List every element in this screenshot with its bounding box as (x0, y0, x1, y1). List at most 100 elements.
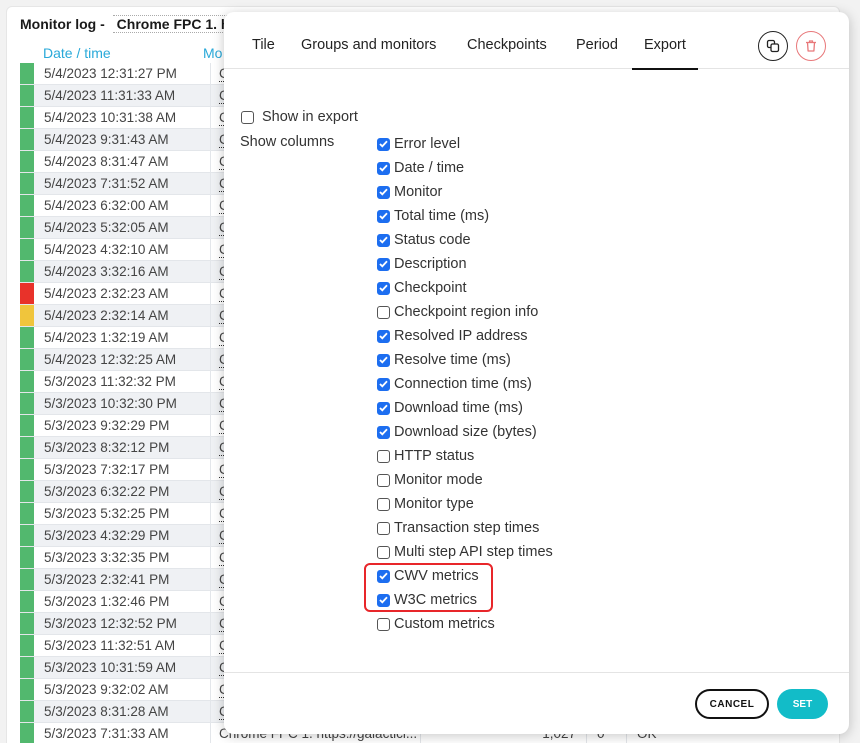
column-label: W3C metrics (394, 592, 477, 608)
set-button[interactable]: SET (777, 689, 828, 719)
column-checkbox[interactable] (377, 137, 390, 151)
error-level-indicator (20, 107, 34, 128)
show-columns-label: Show columns (240, 134, 335, 150)
column-option-checkpoint-region-info[interactable]: Checkpoint region info (377, 300, 553, 324)
column-label: Connection time (ms) (394, 376, 532, 392)
column-option-date-time[interactable]: Date / time (377, 156, 553, 180)
checkmark-icon (379, 596, 388, 604)
modal-footer: CANCEL SET (224, 672, 849, 734)
column-checkbox[interactable] (377, 497, 390, 511)
column-checkbox[interactable] (377, 377, 390, 391)
column-checkbox[interactable] (377, 593, 390, 607)
log-row-date: 5/3/2023 11:32:51 AM (44, 638, 176, 653)
log-row-date: 5/3/2023 3:32:35 PM (44, 550, 170, 565)
checkmark-icon (379, 404, 388, 412)
column-checkbox[interactable] (377, 353, 390, 367)
tab-checkpoints[interactable]: Checkpoints (467, 37, 547, 53)
column-option-monitor-mode[interactable]: Monitor mode (377, 468, 553, 492)
checkmark-icon (379, 212, 388, 220)
checkmark-icon (379, 164, 388, 172)
column-option-checkpoint[interactable]: Checkpoint (377, 276, 553, 300)
column-checkbox[interactable] (377, 401, 390, 415)
column-option-cwv-metrics[interactable]: CWV metrics (377, 564, 553, 588)
log-row-date: 5/3/2023 9:32:29 PM (44, 418, 170, 433)
error-level-indicator (20, 393, 34, 414)
trash-icon (806, 40, 816, 52)
column-checkbox[interactable] (377, 305, 390, 319)
column-label: Download size (bytes) (394, 424, 537, 440)
duplicate-button[interactable] (758, 31, 788, 61)
show-in-export-option[interactable]: Show in export (241, 105, 358, 129)
error-level-indicator (20, 459, 34, 480)
checkmark-icon (379, 428, 388, 436)
tab-tile[interactable]: Tile (252, 37, 275, 53)
column-option-custom-metrics[interactable]: Custom metrics (377, 612, 553, 636)
log-row-date: 5/3/2023 9:32:02 AM (44, 682, 169, 697)
tab-export[interactable]: Export (632, 37, 698, 70)
column-option-download-size-bytes[interactable]: Download size (bytes) (377, 420, 553, 444)
log-row-date: 5/3/2023 11:32:32 PM (44, 374, 176, 389)
column-label: Error level (394, 136, 461, 152)
log-row-date: 5/3/2023 2:32:41 PM (44, 572, 170, 587)
column-option-monitor[interactable]: Monitor (377, 180, 553, 204)
column-checkbox[interactable] (377, 569, 390, 583)
column-option-error-level[interactable]: Error level (377, 132, 553, 156)
column-checkbox[interactable] (377, 617, 390, 631)
log-row-date: 5/4/2023 11:31:33 AM (44, 88, 176, 103)
log-row-date: 5/4/2023 6:32:00 AM (44, 198, 169, 213)
column-checkbox[interactable] (377, 449, 390, 463)
column-checkbox[interactable] (377, 425, 390, 439)
tab-groups-and-monitors[interactable]: Groups and monitors (301, 37, 436, 53)
column-checkbox[interactable] (377, 209, 390, 223)
column-option-resolve-time-ms[interactable]: Resolve time (ms) (377, 348, 553, 372)
column-option-monitor-type[interactable]: Monitor type (377, 492, 553, 516)
error-level-indicator (20, 239, 34, 260)
log-row-date: 5/3/2023 6:32:22 PM (44, 484, 170, 499)
error-level-indicator (20, 349, 34, 370)
column-option-multi-step-api-step-times[interactable]: Multi step API step times (377, 540, 553, 564)
column-header-date[interactable]: Date / time (43, 45, 203, 61)
column-checkbox[interactable] (377, 545, 390, 559)
copy-icon (766, 39, 780, 53)
log-row-date: 5/4/2023 2:32:23 AM (44, 286, 169, 301)
column-checkbox[interactable] (377, 233, 390, 247)
column-option-transaction-step-times[interactable]: Transaction step times (377, 516, 553, 540)
column-checkbox[interactable] (377, 473, 390, 487)
error-level-indicator (20, 569, 34, 590)
column-option-description[interactable]: Description (377, 252, 553, 276)
delete-button[interactable] (796, 31, 826, 61)
column-label: CWV metrics (394, 568, 479, 584)
show-in-export-checkbox[interactable] (241, 110, 254, 124)
tab-period[interactable]: Period (576, 37, 618, 53)
checkmark-icon (379, 260, 388, 268)
column-option-total-time-ms[interactable]: Total time (ms) (377, 204, 553, 228)
column-checkbox[interactable] (377, 257, 390, 271)
column-header-monitor[interactable]: Mo (203, 45, 222, 61)
column-option-w3c-metrics[interactable]: W3C metrics (377, 588, 553, 612)
checkmark-icon (379, 332, 388, 340)
log-row-date: 5/3/2023 7:32:17 PM (44, 462, 170, 477)
log-row-date: 5/4/2023 3:32:16 AM (44, 264, 169, 279)
log-row-date: 5/4/2023 5:32:05 AM (44, 220, 169, 235)
cancel-button[interactable]: CANCEL (695, 689, 769, 719)
column-option-http-status[interactable]: HTTP status (377, 444, 553, 468)
error-level-indicator (20, 679, 34, 700)
error-level-indicator (20, 217, 34, 238)
column-label: Status code (394, 232, 471, 248)
column-checkbox[interactable] (377, 329, 390, 343)
column-option-download-time-ms[interactable]: Download time (ms) (377, 396, 553, 420)
error-level-indicator (20, 129, 34, 150)
column-option-status-code[interactable]: Status code (377, 228, 553, 252)
log-row-date: 5/4/2023 12:32:25 AM (44, 352, 177, 367)
error-level-indicator (20, 327, 34, 348)
column-option-resolved-ip-address[interactable]: Resolved IP address (377, 324, 553, 348)
column-checkbox[interactable] (377, 521, 390, 535)
column-checkbox[interactable] (377, 161, 390, 175)
column-label: Monitor (394, 184, 443, 200)
column-checkbox[interactable] (377, 185, 390, 199)
column-option-connection-time-ms[interactable]: Connection time (ms) (377, 372, 553, 396)
column-checkbox[interactable] (377, 281, 390, 295)
column-label: Checkpoint region info (394, 304, 539, 320)
column-label: Monitor mode (394, 472, 483, 488)
error-level-indicator (20, 591, 34, 612)
